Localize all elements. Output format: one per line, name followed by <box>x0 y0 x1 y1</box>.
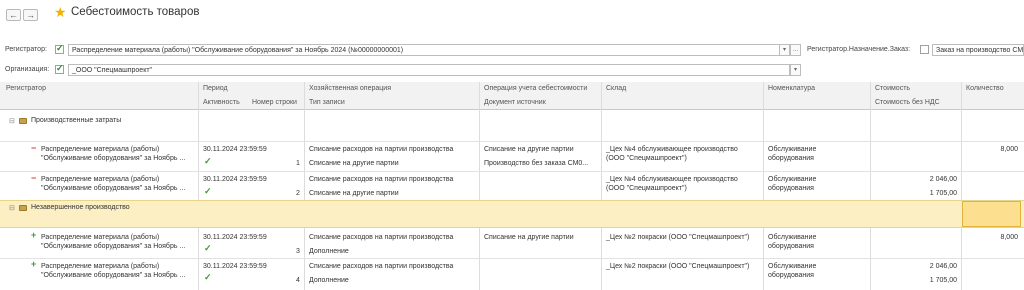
registrator-select-button[interactable]: ... <box>790 44 801 56</box>
purpose-label: Регистратор.Назначение.Заказ: <box>807 46 911 53</box>
col-nomenclature[interactable]: Номенклатура <box>768 85 815 92</box>
col-record-type[interactable]: Тип записи <box>309 99 345 106</box>
row-registrator-line1[interactable]: Распределение материала (работы) <box>41 175 159 184</box>
row-registrator-line2[interactable]: "Обслуживание оборудования" за Ноябрь ..… <box>41 271 185 280</box>
row-cost: 2 046,00 <box>929 263 957 270</box>
col-quantity[interactable]: Количество <box>966 85 1004 92</box>
forward-button[interactable]: → <box>23 9 38 21</box>
folder-icon <box>19 118 27 124</box>
registrator-checkbox[interactable] <box>55 43 64 54</box>
row-warehouse-line1: _Цех №4 обслуживающее производство <box>606 146 738 153</box>
back-arrow-icon: ← <box>9 10 18 20</box>
row-quantity: 8,000 <box>1000 146 1018 153</box>
row-nomenclature-line1: Обслуживание <box>768 234 817 241</box>
row-registrator-line2[interactable]: "Обслуживание оборудования" за Ноябрь ..… <box>41 242 185 251</box>
row-source-doc: Производство без заказа СМ0... <box>484 160 589 167</box>
col-activity[interactable]: Активность <box>203 99 240 106</box>
chevron-down-icon: ▾ <box>793 67 797 73</box>
row-cost-operation: Списание на другие партии <box>484 234 574 241</box>
row-line-no: 1 <box>296 160 300 167</box>
col-registrator[interactable]: Регистратор <box>6 85 46 92</box>
row-operation: Списание расходов на партии производства <box>309 234 454 241</box>
row-record-type: Списание на другие партии <box>309 160 399 167</box>
row-nomenclature-line2: оборудования <box>768 185 814 192</box>
row-nomenclature-line2: оборудования <box>768 243 814 250</box>
row-period: 30.11.2024 23:59:59 <box>203 234 267 241</box>
org-label: Организация: <box>5 66 50 73</box>
group-toggle-icon[interactable]: ⊟ <box>9 117 15 125</box>
col-cost[interactable]: Стоимость <box>875 85 910 92</box>
back-button[interactable]: ← <box>6 9 21 21</box>
group-title[interactable]: Незавершенное производство <box>31 203 130 212</box>
purpose-field[interactable]: Заказ на производство СМ <box>932 44 1024 56</box>
selected-group-row[interactable] <box>0 200 1024 228</box>
row-nomenclature-line1: Обслуживание <box>768 263 817 270</box>
col-source-doc[interactable]: Документ источник <box>484 99 546 106</box>
row-warehouse-line1: _Цех №4 обслуживающее производство <box>606 176 738 183</box>
chevron-down-icon: ▾ <box>782 47 786 53</box>
row-line-no: 3 <box>296 248 300 255</box>
row-cost: 2 046,00 <box>929 176 957 183</box>
row-record-type: Дополнение <box>309 248 349 255</box>
row-line-no: 2 <box>296 190 300 197</box>
row-sign: + <box>31 230 37 240</box>
registrator-label: Регистратор: <box>5 46 47 53</box>
row-operation: Списание расходов на партии производства <box>309 263 454 270</box>
row-registrator-line2[interactable]: "Обслуживание оборудования" за Ноябрь ..… <box>41 184 185 193</box>
row-warehouse-line2: (ООО "Спецмашпроект") <box>606 185 687 192</box>
col-line-no[interactable]: Номер строки <box>252 99 297 106</box>
row-period: 30.11.2024 23:59:59 <box>203 263 267 270</box>
row-nomenclature-line1: Обслуживание <box>768 146 817 153</box>
active-check-icon: ✓ <box>204 272 212 282</box>
col-period[interactable]: Период <box>203 85 228 92</box>
col-operation[interactable]: Хозяйственная операция <box>309 85 391 92</box>
group-toggle-icon[interactable]: ⊟ <box>9 204 15 212</box>
row-nomenclature-line2: оборудования <box>768 155 814 162</box>
row-line-no: 4 <box>296 277 300 284</box>
active-check-icon: ✓ <box>204 243 212 253</box>
row-registrator-line2[interactable]: "Обслуживание оборудования" за Ноябрь ..… <box>41 154 185 163</box>
org-dropdown-button[interactable]: ▾ <box>790 64 801 76</box>
row-cost-no-vat: 1 705,00 <box>929 277 957 284</box>
row-quantity: 8,000 <box>1000 234 1018 241</box>
org-field[interactable]: _ООО "Спецмашпроект" <box>68 64 790 76</box>
row-sign: + <box>31 259 37 269</box>
page-title: Себестоимость товаров <box>71 6 200 18</box>
row-warehouse-line2: (ООО "Спецмашпроект") <box>606 155 687 162</box>
favorite-star-icon[interactable]: ★ <box>54 5 67 19</box>
row-warehouse-line1: _Цех №2 покраски (ООО "Спецмашпроект") <box>606 263 750 270</box>
row-record-type: Дополнение <box>309 277 349 284</box>
row-registrator-line1[interactable]: Распределение материала (работы) <box>41 262 159 271</box>
row-record-type: Списание на другие партии <box>309 190 399 197</box>
row-period: 30.11.2024 23:59:59 <box>203 176 267 183</box>
row-period: 30.11.2024 23:59:59 <box>203 146 267 153</box>
row-sign: − <box>31 143 37 153</box>
row-sign: − <box>31 173 37 183</box>
row-cost-operation: Списание на другие партии <box>484 146 574 153</box>
row-nomenclature-line2: оборудования <box>768 272 814 279</box>
row-warehouse-line1: _Цех №2 покраски (ООО "Спецмашпроект") <box>606 234 750 241</box>
col-cost-no-vat[interactable]: Стоимость без НДС <box>875 99 940 106</box>
row-cost-no-vat: 1 705,00 <box>929 190 957 197</box>
col-cost-operation[interactable]: Операция учета себестоимости <box>484 85 587 92</box>
purpose-checkbox[interactable] <box>920 45 929 54</box>
registrator-field[interactable]: Распределение материала (работы) "Обслуж… <box>68 44 780 56</box>
row-operation: Списание расходов на партии производства <box>309 146 454 153</box>
row-registrator-line1[interactable]: Распределение материала (работы) <box>41 233 159 242</box>
selected-cell[interactable] <box>962 201 1021 227</box>
row-registrator-line1[interactable]: Распределение материала (работы) <box>41 145 159 154</box>
row-operation: Списание расходов на партии производства <box>309 176 454 183</box>
forward-arrow-icon: → <box>26 10 35 20</box>
org-checkbox[interactable] <box>55 63 64 74</box>
group-title[interactable]: Производственные затраты <box>31 116 121 125</box>
col-warehouse[interactable]: Склад <box>606 85 626 92</box>
active-check-icon: ✓ <box>204 186 212 196</box>
folder-icon <box>19 205 27 211</box>
row-nomenclature-line1: Обслуживание <box>768 176 817 183</box>
active-check-icon: ✓ <box>204 156 212 166</box>
registrator-dropdown-button[interactable]: ▾ <box>779 44 790 56</box>
